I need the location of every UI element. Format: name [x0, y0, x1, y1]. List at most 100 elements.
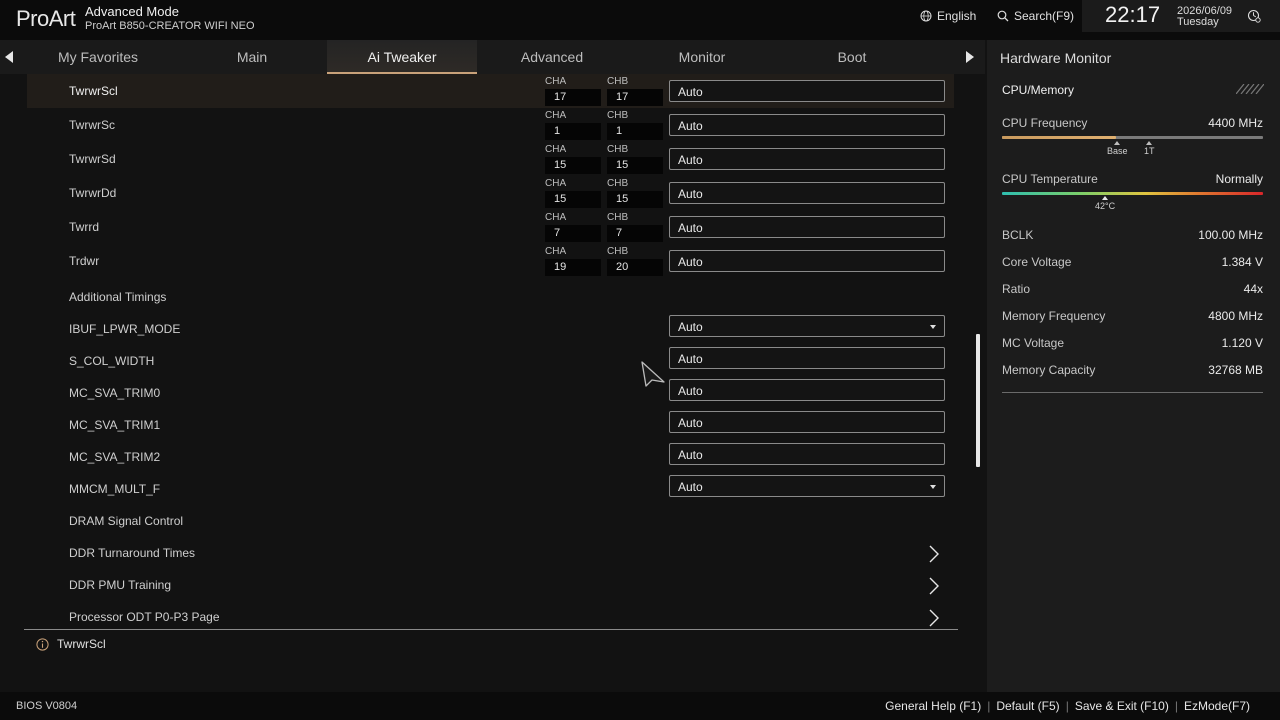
value-input[interactable]: Auto	[669, 216, 945, 238]
chevron-down-icon	[930, 325, 936, 329]
stat-value-memory-frequency: 4800 MHz	[1208, 309, 1263, 323]
setting-label: TwrwrSd	[69, 152, 116, 166]
tab-advanced[interactable]: Advanced	[477, 40, 627, 74]
setting-label: TwrwrDd	[69, 186, 117, 200]
setting-label: TwrwrScl	[69, 84, 118, 98]
section-label: Additional Timings	[69, 290, 167, 304]
dropdown-value: Auto	[678, 480, 703, 494]
value-input[interactable]: Auto	[669, 443, 945, 465]
setting-row-s-col-width[interactable]: S_COL_WIDTH Auto	[27, 344, 954, 378]
globe-icon	[920, 10, 932, 22]
cpu-temperature-value: Normally	[1215, 172, 1263, 186]
submenu-ddr-turnaround-times[interactable]: DDR Turnaround Times	[27, 536, 954, 570]
tab-boot[interactable]: Boot	[777, 40, 927, 74]
tab-left-arrow-icon[interactable]	[4, 50, 14, 64]
tab-monitor[interactable]: Monitor	[627, 40, 777, 74]
cpu-frequency-value: 4400 MHz	[1208, 116, 1263, 130]
monitor-divider	[1002, 392, 1263, 393]
setting-row-twrwrsc[interactable]: TwrwrSc CHA CHB 1 1 Auto	[27, 108, 954, 142]
section-label: DRAM Signal Control	[69, 514, 184, 528]
setting-row-ibuf-lpwr-mode[interactable]: IBUF_LPWR_MODE Auto	[27, 312, 954, 346]
value-dropdown[interactable]: Auto	[669, 315, 945, 337]
stat-label-memory-capacity: Memory Capacity	[1002, 363, 1096, 377]
tab-ai-tweaker[interactable]: Ai Tweaker	[327, 40, 477, 74]
cha-label: CHA	[545, 110, 567, 121]
setting-row-twrwrdd[interactable]: TwrwrDd CHA CHB 15 15 Auto	[27, 176, 954, 210]
clock-settings-icon[interactable]	[1247, 9, 1261, 23]
board-model: ProArt B850-CREATOR WIFI NEO	[85, 20, 255, 32]
setting-label: IBUF_LPWR_MODE	[69, 322, 181, 336]
cha-value: 15	[545, 191, 601, 208]
mode-title: Advanced Mode	[85, 4, 179, 19]
ezmode-button[interactable]: EzMode(F7)	[1178, 699, 1256, 713]
chevron-right-icon	[929, 545, 939, 563]
settings-list: TwrwrScl CHA CHB 17 17 Auto TwrwrSc CHA …	[0, 74, 985, 630]
clock-time: 22:17	[1105, 2, 1161, 27]
top-bar: ProArt Advanced Mode ProArt B850-CREATOR…	[0, 0, 1280, 40]
cpu-frequency-label: CPU Frequency	[1002, 116, 1088, 130]
setting-label: Twrrd	[69, 220, 99, 234]
cpu-frequency-fill	[1002, 136, 1116, 139]
stat-label-mc-voltage: MC Voltage	[1002, 336, 1065, 350]
tab-my-favorites[interactable]: My Favorites	[22, 40, 174, 74]
weekday-text: Tuesday	[1177, 16, 1219, 28]
setting-label: MC_SVA_TRIM2	[69, 450, 161, 464]
footer-keys: General Help (F1) | Default (F5) | Save & …	[879, 699, 1256, 713]
setting-row-mc-sva-trim2[interactable]: MC_SVA_TRIM2 Auto	[27, 440, 954, 474]
1t-label: 1T	[1144, 146, 1155, 156]
default-button[interactable]: Default (F5)	[990, 699, 1065, 713]
search-button[interactable]: Search(F9)	[997, 9, 1074, 23]
cpu-memory-section: CPU/Memory	[1002, 83, 1075, 97]
value-input[interactable]: Auto	[669, 347, 945, 369]
temp-marker: 42°C	[1095, 196, 1115, 211]
value-input[interactable]: Auto	[669, 379, 945, 401]
value-input[interactable]: Auto	[669, 411, 945, 433]
hardware-monitor-title: Hardware Monitor	[1000, 50, 1112, 66]
dropdown-value: Auto	[678, 320, 703, 334]
chb-value: 1	[607, 123, 663, 140]
cha-label: CHA	[545, 212, 567, 223]
chevron-right-icon	[929, 609, 939, 627]
tab-right-arrow-icon[interactable]	[965, 50, 975, 64]
stat-value-bclk: 100.00 MHz	[1198, 228, 1263, 242]
menu-tabs: My Favorites Main Ai Tweaker Advanced Mo…	[0, 40, 985, 74]
chb-value: 15	[607, 157, 663, 174]
submenu-label: DDR Turnaround Times	[69, 546, 196, 560]
language-button[interactable]: English	[920, 9, 976, 23]
value-input[interactable]: Auto	[669, 148, 945, 170]
setting-row-twrwrscl[interactable]: TwrwrScl CHA CHB 17 17 Auto	[27, 74, 954, 108]
value-input[interactable]: Auto	[669, 114, 945, 136]
temp-marker-label: 42°C	[1095, 201, 1116, 211]
setting-row-mmcm-mult-f[interactable]: MMCM_MULT_F Auto	[27, 472, 954, 506]
tab-main[interactable]: Main	[177, 40, 327, 74]
content-scrollbar[interactable]	[976, 334, 980, 467]
value-dropdown[interactable]: Auto	[669, 475, 945, 497]
hatch-pattern-icon[interactable]	[1236, 84, 1264, 94]
stat-label-bclk: BCLK	[1002, 228, 1034, 242]
value-input[interactable]: Auto	[669, 250, 945, 272]
save-exit-button[interactable]: Save & Exit (F10)	[1069, 699, 1175, 713]
setting-label: MMCM_MULT_F	[69, 482, 161, 496]
setting-row-twrwrsd[interactable]: TwrwrSd CHA CHB 15 15 Auto	[27, 142, 954, 176]
proart-logo: ProArt	[16, 6, 76, 31]
setting-row-mc-sva-trim1[interactable]: MC_SVA_TRIM1 Auto	[27, 408, 954, 442]
cha-label: CHA	[545, 144, 567, 155]
value-input[interactable]: Auto	[669, 182, 945, 204]
chb-label: CHB	[607, 212, 629, 223]
chb-label: CHB	[607, 110, 629, 121]
setting-label: MC_SVA_TRIM1	[69, 418, 161, 432]
freq-marker-base: Base	[1107, 141, 1128, 156]
setting-row-trdwr[interactable]: Trdwr CHA CHB 19 20 Auto	[27, 244, 954, 278]
stat-value-core-voltage: 1.384 V	[1221, 255, 1263, 269]
submenu-ddr-pmu-training[interactable]: DDR PMU Training	[27, 568, 954, 602]
value-input[interactable]: Auto	[669, 80, 945, 102]
search-label: Search(F9)	[1014, 9, 1075, 23]
setting-row-mc-sva-trim0[interactable]: MC_SVA_TRIM0 Auto	[27, 376, 954, 410]
info-icon	[36, 637, 49, 651]
chb-label: CHB	[607, 76, 629, 87]
general-help-button[interactable]: General Help (F1)	[879, 699, 987, 713]
setting-label: MC_SVA_TRIM0	[69, 386, 161, 400]
stat-label-memory-frequency: Memory Frequency	[1002, 309, 1106, 323]
setting-row-twrrd[interactable]: Twrrd CHA CHB 7 7 Auto	[27, 210, 954, 244]
hardware-monitor-panel: Hardware Monitor CPU/Memory CPU Frequenc…	[987, 40, 1280, 692]
